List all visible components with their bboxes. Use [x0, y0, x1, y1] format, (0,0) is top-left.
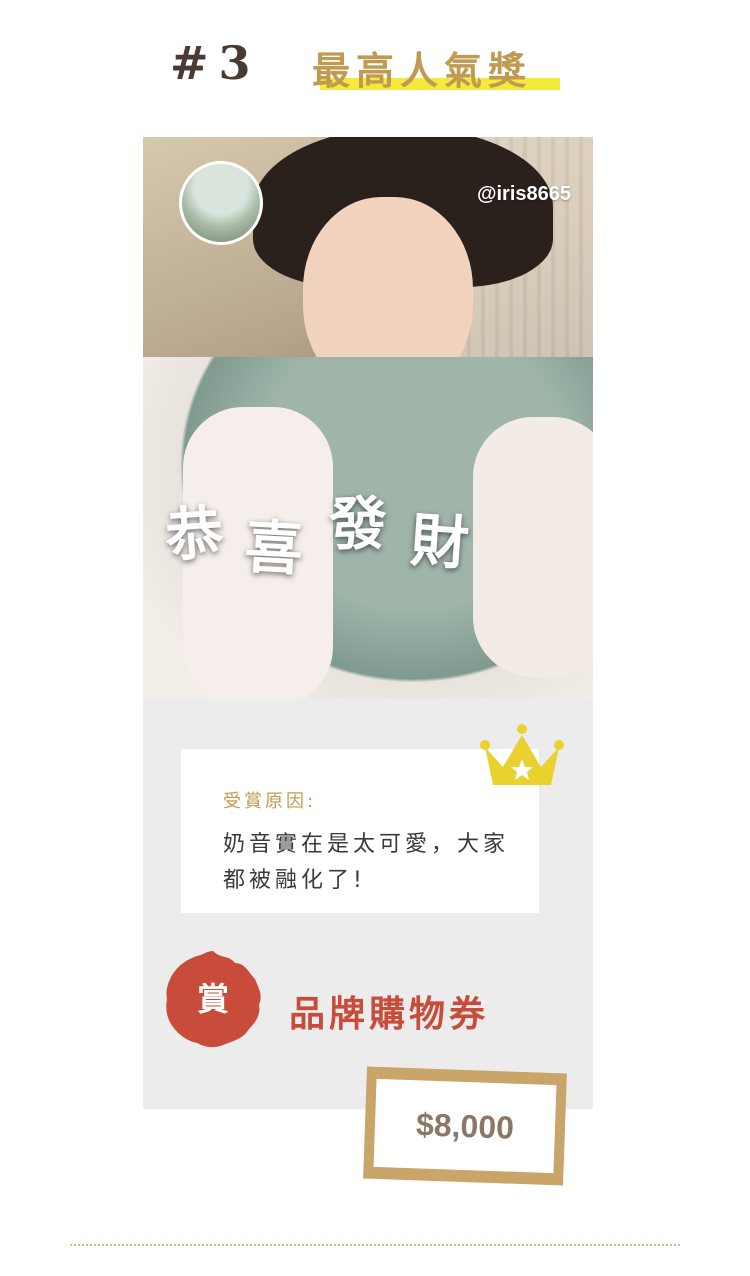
congrats-char: 財 [408, 506, 471, 578]
award-title: 最高人氣獎 [312, 49, 533, 93]
dotted-divider [70, 1244, 680, 1246]
crown-icon [480, 724, 564, 785]
rank-number: #3 [170, 36, 261, 90]
congrats-char: 發 [328, 489, 389, 559]
congrats-char: 喜 [242, 512, 305, 584]
congrats-char: 恭 [163, 498, 226, 570]
award-title-wrap: 最高人氣獎 [312, 40, 560, 95]
reason-text: 奶音實在是太可愛，大家都被融化了! [223, 832, 510, 893]
amount-text: $8,000 [415, 1106, 515, 1146]
winner-card: @iris8665 恭 喜 發 財 受賞原因: 奶音實在是太可愛，大家都被融化了… [143, 137, 593, 1109]
badge-char: 賞 [196, 980, 229, 1018]
prize-badge: 賞 [163, 949, 263, 1049]
avatar [179, 161, 263, 245]
voucher-amount: $8,000 [363, 1066, 567, 1186]
prize-name: 品牌購物券 [289, 993, 490, 1035]
congrats-text: 恭 喜 發 財 [161, 477, 591, 583]
reason-label: 受賞原因: [223, 791, 317, 812]
winner-photo: @iris8665 恭 喜 發 財 [143, 137, 593, 699]
username-handle: @iris8665 [476, 183, 571, 205]
